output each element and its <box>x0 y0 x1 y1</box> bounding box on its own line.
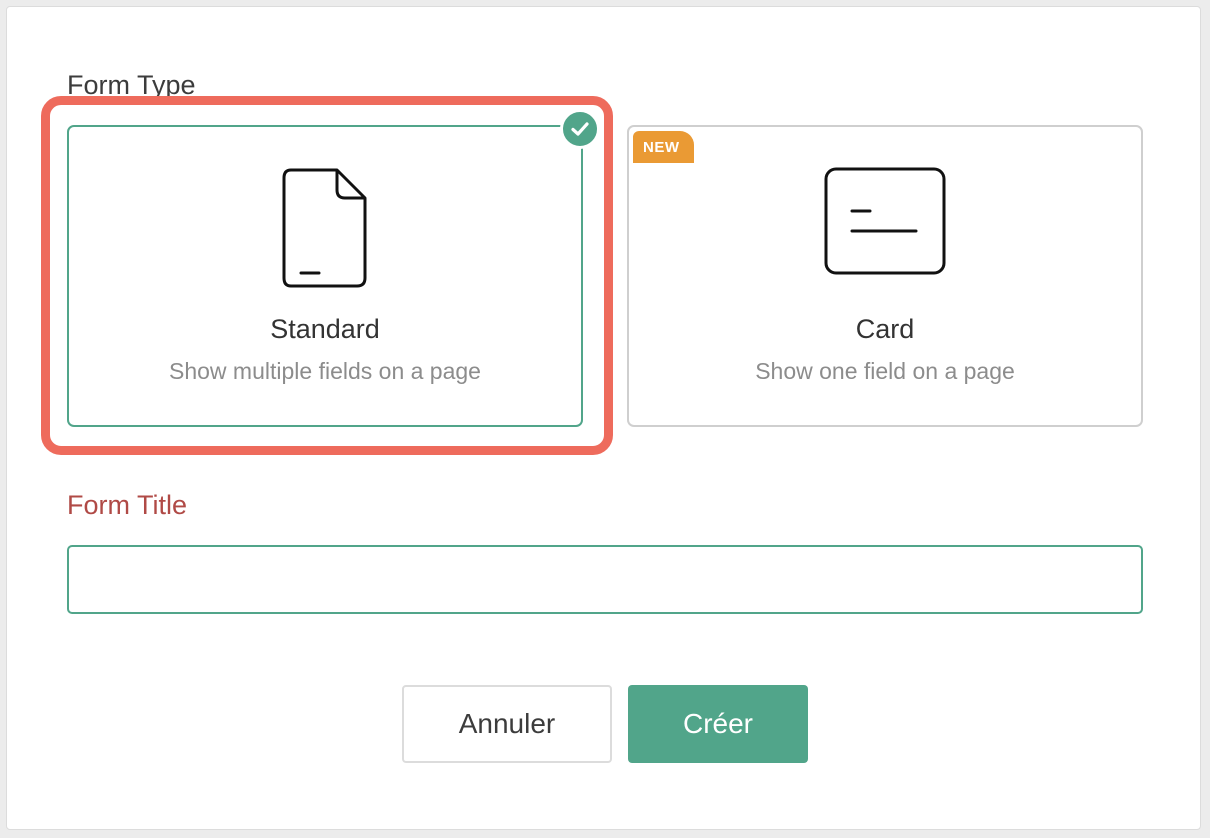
create-button[interactable]: Créer <box>628 685 808 763</box>
option-description-standard: Show multiple fields on a page <box>169 358 481 384</box>
form-title-input[interactable] <box>67 545 1143 614</box>
new-badge: NEW <box>633 131 694 163</box>
form-title-label: Form Title <box>67 490 188 520</box>
option-name-standard: Standard <box>270 314 380 344</box>
form-type-option-card[interactable]: NEW Card Show one field on a page <box>627 125 1143 427</box>
document-icon <box>282 168 367 288</box>
selected-check-icon <box>560 109 600 149</box>
option-name-card: Card <box>855 314 915 344</box>
create-form-dialog: Form Type Standard Show multiple fields … <box>6 6 1201 830</box>
form-type-option-standard[interactable]: Standard Show multiple fields on a page <box>67 125 583 427</box>
form-type-label: Form Type <box>67 70 196 100</box>
option-description-card: Show one field on a page <box>755 358 1015 384</box>
cancel-button[interactable]: Annuler <box>402 685 612 763</box>
card-icon <box>824 167 946 275</box>
